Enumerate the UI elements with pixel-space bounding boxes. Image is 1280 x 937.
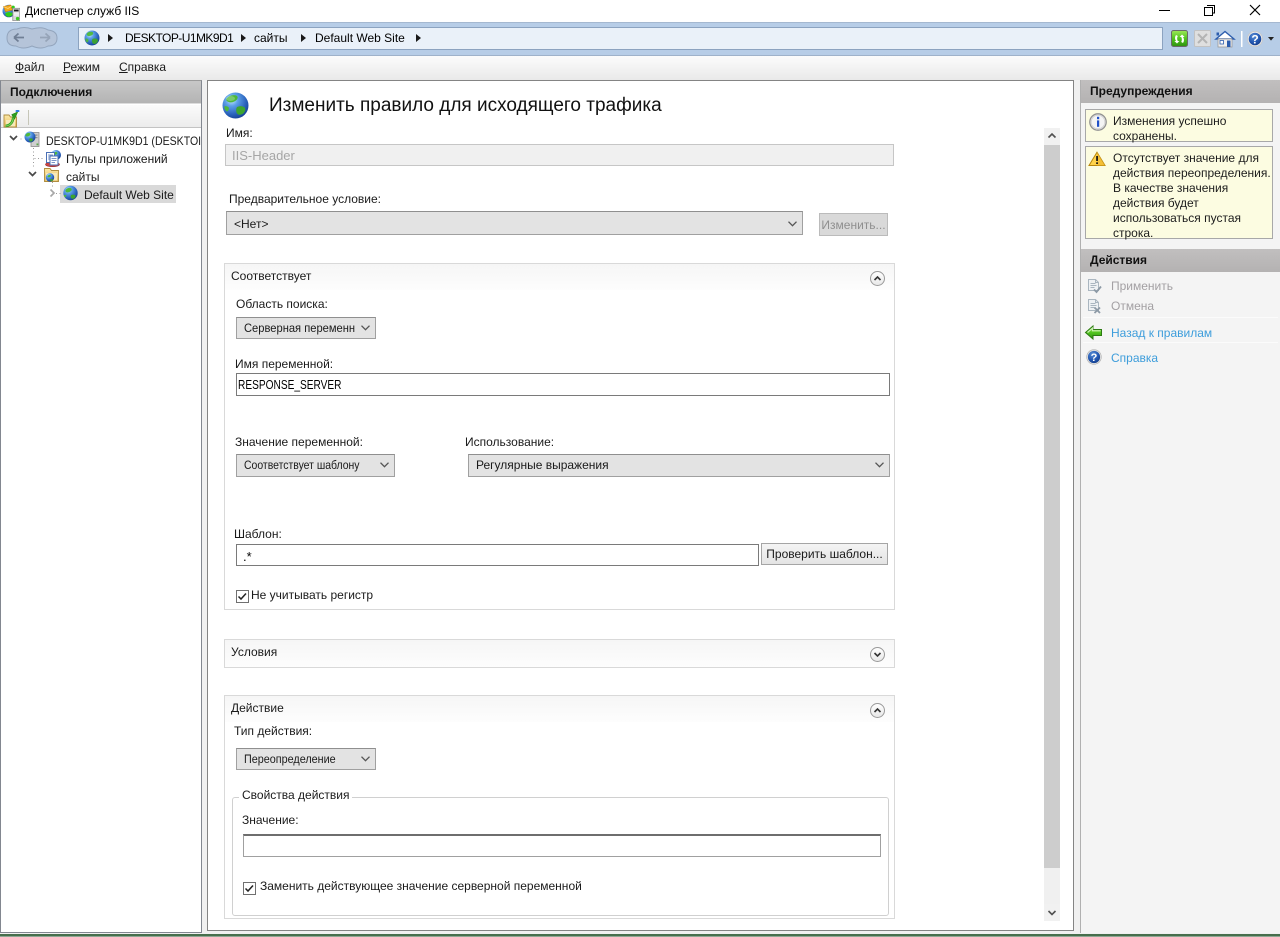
- svg-text:?: ?: [1091, 352, 1098, 364]
- svg-text:?: ?: [1251, 33, 1258, 47]
